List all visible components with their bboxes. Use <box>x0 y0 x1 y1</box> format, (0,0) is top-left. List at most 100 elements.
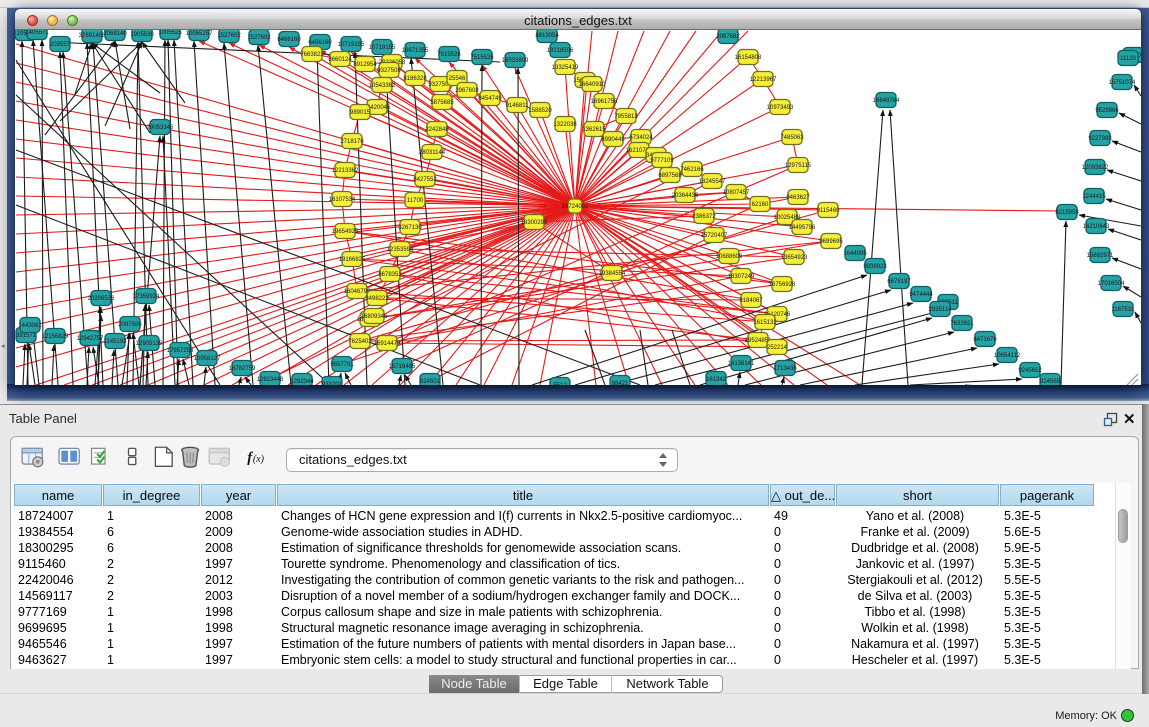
svg-text:1405571: 1405571 <box>25 30 49 36</box>
svg-text:16756928: 16756928 <box>769 282 796 288</box>
svg-text:13654923: 13654923 <box>781 255 808 261</box>
svg-text:16671355: 16671355 <box>402 48 429 54</box>
svg-text:933201: 933201 <box>322 382 343 385</box>
svg-text:10055257: 10055257 <box>186 31 213 37</box>
svg-text:9327508: 9327508 <box>377 68 401 74</box>
svg-text:1644095: 1644095 <box>843 251 867 257</box>
svg-text:2386372: 2386372 <box>692 214 716 220</box>
svg-text:1005525: 1005525 <box>158 30 182 36</box>
svg-text:(x): (x) <box>253 454 265 465</box>
svg-text:9184067: 9184067 <box>739 298 763 304</box>
svg-text:1244415: 1244415 <box>1082 194 1106 200</box>
svg-text:2242848: 2242848 <box>425 127 449 133</box>
svg-text:8427552: 8427552 <box>413 177 437 183</box>
svg-text:8471676: 8471676 <box>973 337 997 343</box>
svg-text:7663822: 7663822 <box>300 52 324 58</box>
svg-text:12093822: 12093822 <box>1082 165 1109 171</box>
svg-text:16154808: 16154808 <box>735 55 762 61</box>
svg-text:1292344: 1292344 <box>290 379 314 385</box>
svg-text:252214: 252214 <box>767 345 788 351</box>
svg-text:19654925: 19654925 <box>332 229 359 235</box>
svg-text:9529966: 9529966 <box>1095 108 1119 114</box>
svg-text:19166825: 19166825 <box>339 257 366 263</box>
svg-text:88421: 88421 <box>612 381 629 385</box>
svg-text:9227393: 9227393 <box>1088 136 1112 142</box>
svg-text:7515526: 7515526 <box>437 52 461 58</box>
svg-text:6466160: 6466160 <box>308 40 332 46</box>
svg-text:8660124: 8660124 <box>328 57 352 63</box>
svg-text:989015: 989015 <box>350 110 371 116</box>
svg-text:25546: 25546 <box>449 76 466 82</box>
svg-text:10958127: 10958127 <box>194 356 221 362</box>
svg-text:924565: 924565 <box>1040 379 1061 385</box>
svg-text:8912954: 8912954 <box>353 62 377 68</box>
svg-text:8454749: 8454749 <box>478 96 502 102</box>
svg-text:15751074: 15751074 <box>1109 80 1136 86</box>
svg-text:10973493: 10973493 <box>767 105 794 111</box>
svg-text:17359924: 17359924 <box>133 294 160 300</box>
svg-text:12213362: 12213362 <box>332 168 359 174</box>
svg-text:6734024: 6734024 <box>629 135 653 141</box>
svg-text:3267130: 3267130 <box>398 225 422 231</box>
svg-text:18307249: 18307249 <box>728 274 755 280</box>
svg-text:7485063: 7485063 <box>780 135 804 141</box>
svg-text:11120: 11120 <box>1120 56 1136 62</box>
svg-text:8186328: 8186328 <box>403 76 427 82</box>
svg-text:12156829: 12156829 <box>42 334 69 340</box>
svg-text:391571: 391571 <box>16 333 37 339</box>
svg-text:16033809: 16033809 <box>502 58 529 64</box>
svg-text:7632621: 7632621 <box>950 321 974 327</box>
svg-text:20364436: 20364436 <box>672 193 699 199</box>
svg-text:1443061: 1443061 <box>18 323 42 329</box>
svg-text:5512: 5512 <box>553 383 567 385</box>
svg-text:7462166: 7462166 <box>680 167 704 173</box>
svg-text:12923448: 12923448 <box>257 377 284 383</box>
svg-text:7515526: 7515526 <box>470 55 494 61</box>
svg-text:15720407: 15720407 <box>701 233 728 239</box>
svg-text:16914479: 16914479 <box>374 341 401 347</box>
svg-text:8990448: 8990448 <box>601 137 625 143</box>
svg-text:32691406: 32691406 <box>79 33 106 39</box>
svg-text:10807457: 10807457 <box>723 190 750 196</box>
svg-text:1713436: 1713436 <box>773 366 797 372</box>
svg-text:17016504: 17016504 <box>1098 281 1125 287</box>
svg-text:9699695: 9699695 <box>819 239 843 245</box>
svg-text:6897568: 6897568 <box>658 173 682 179</box>
svg-text:11700: 11700 <box>407 198 424 204</box>
svg-text:15716485: 15716485 <box>389 364 416 370</box>
svg-text:8938923: 8938923 <box>863 264 887 270</box>
svg-text:9115460: 9115460 <box>817 208 841 214</box>
svg-text:924501: 924501 <box>420 379 441 385</box>
svg-text:15692971: 15692971 <box>1087 253 1114 259</box>
svg-text:8813054: 8813054 <box>535 33 559 39</box>
svg-text:18245547: 18245547 <box>699 179 726 185</box>
svg-text:1527602: 1527602 <box>247 35 271 41</box>
svg-text:1615132: 1615132 <box>753 320 777 326</box>
svg-text:20206526: 20206526 <box>88 296 115 302</box>
svg-text:13325419: 13325419 <box>552 65 579 71</box>
svg-text:10654112: 10654112 <box>994 353 1021 359</box>
svg-text:18300295: 18300295 <box>521 220 548 226</box>
svg-text:1362615: 1362615 <box>582 127 606 133</box>
svg-text:62160: 62160 <box>752 202 769 208</box>
svg-text:1905530: 1905530 <box>130 32 154 38</box>
svg-text:9245652: 9245652 <box>1018 368 1042 374</box>
svg-text:6679197: 6679197 <box>887 279 911 285</box>
svg-text:6466160: 6466160 <box>277 37 301 43</box>
svg-text:16107534: 16107534 <box>329 197 356 203</box>
svg-text:2097586: 2097586 <box>118 322 142 328</box>
svg-text:10688609: 10688609 <box>716 254 743 260</box>
svg-text:1145193: 1145193 <box>104 339 128 345</box>
svg-text:2069140: 2069140 <box>103 31 127 37</box>
svg-text:16210643: 16210643 <box>1083 224 1110 230</box>
svg-text:1588520: 1588520 <box>528 108 552 114</box>
svg-text:14495796: 14495796 <box>789 225 816 231</box>
svg-text:9657791: 9657791 <box>330 362 354 368</box>
svg-text:8215958: 8215958 <box>1055 210 1079 216</box>
svg-text:2087682: 2087682 <box>716 34 740 40</box>
svg-text:1322038: 1322038 <box>553 122 577 128</box>
svg-text:2967608: 2967608 <box>455 88 479 94</box>
svg-text:16809346: 16809346 <box>361 314 388 320</box>
svg-text:5875685: 5875685 <box>430 100 454 106</box>
svg-text:9777109: 9777109 <box>650 158 674 164</box>
